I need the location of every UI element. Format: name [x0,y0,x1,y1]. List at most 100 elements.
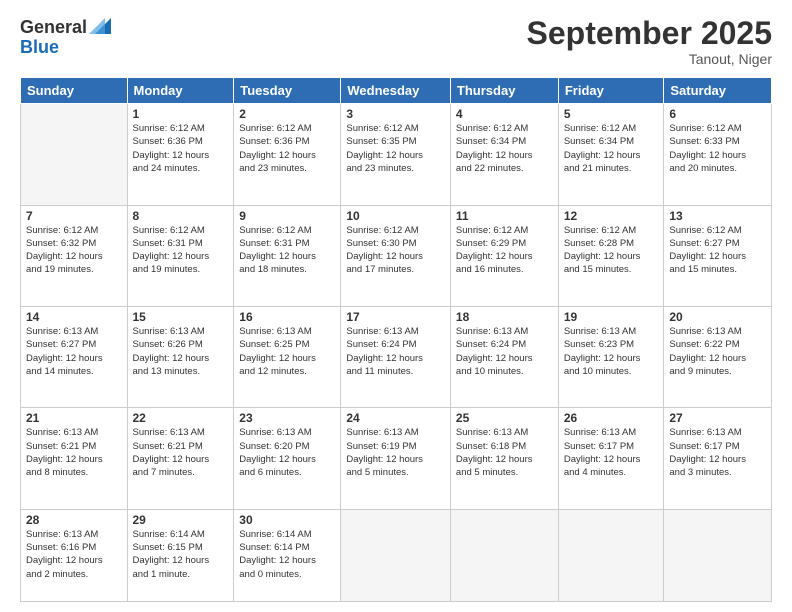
cell-date: 27 [669,411,766,425]
cell-info: Sunrise: 6:12 AM Sunset: 6:36 PM Dayligh… [239,122,335,175]
calendar-cell: 13Sunrise: 6:12 AM Sunset: 6:27 PM Dayli… [664,205,772,306]
cell-info: Sunrise: 6:13 AM Sunset: 6:26 PM Dayligh… [133,325,229,378]
calendar-cell: 29Sunrise: 6:14 AM Sunset: 6:15 PM Dayli… [127,509,234,601]
cell-date: 16 [239,310,335,324]
calendar-cell: 23Sunrise: 6:13 AM Sunset: 6:20 PM Dayli… [234,408,341,509]
cell-info: Sunrise: 6:12 AM Sunset: 6:35 PM Dayligh… [346,122,445,175]
calendar-header-row: SundayMondayTuesdayWednesdayThursdayFrid… [21,78,772,104]
cell-date: 26 [564,411,659,425]
calendar-cell: 8Sunrise: 6:12 AM Sunset: 6:31 PM Daylig… [127,205,234,306]
cell-date: 13 [669,209,766,223]
cell-info: Sunrise: 6:12 AM Sunset: 6:30 PM Dayligh… [346,224,445,277]
cell-info: Sunrise: 6:13 AM Sunset: 6:22 PM Dayligh… [669,325,766,378]
month-title: September 2025 [527,16,772,51]
day-header-sunday: Sunday [21,78,128,104]
cell-date: 30 [239,513,335,527]
calendar-cell: 14Sunrise: 6:13 AM Sunset: 6:27 PM Dayli… [21,307,128,408]
cell-info: Sunrise: 6:13 AM Sunset: 6:17 PM Dayligh… [564,426,659,479]
calendar-cell: 20Sunrise: 6:13 AM Sunset: 6:22 PM Dayli… [664,307,772,408]
cell-info: Sunrise: 6:13 AM Sunset: 6:21 PM Dayligh… [133,426,229,479]
calendar-cell: 28Sunrise: 6:13 AM Sunset: 6:16 PM Dayli… [21,509,128,601]
calendar-cell: 2Sunrise: 6:12 AM Sunset: 6:36 PM Daylig… [234,104,341,205]
calendar-cell: 6Sunrise: 6:12 AM Sunset: 6:33 PM Daylig… [664,104,772,205]
cell-date: 24 [346,411,445,425]
cell-info: Sunrise: 6:13 AM Sunset: 6:16 PM Dayligh… [26,528,122,581]
calendar-cell: 18Sunrise: 6:13 AM Sunset: 6:24 PM Dayli… [450,307,558,408]
cell-info: Sunrise: 6:13 AM Sunset: 6:25 PM Dayligh… [239,325,335,378]
calendar-body: 1Sunrise: 6:12 AM Sunset: 6:36 PM Daylig… [21,104,772,602]
cell-info: Sunrise: 6:14 AM Sunset: 6:14 PM Dayligh… [239,528,335,581]
cell-date: 20 [669,310,766,324]
cell-info: Sunrise: 6:13 AM Sunset: 6:21 PM Dayligh… [26,426,122,479]
cell-info: Sunrise: 6:13 AM Sunset: 6:17 PM Dayligh… [669,426,766,479]
cell-date: 23 [239,411,335,425]
calendar-cell: 11Sunrise: 6:12 AM Sunset: 6:29 PM Dayli… [450,205,558,306]
calendar-cell: 12Sunrise: 6:12 AM Sunset: 6:28 PM Dayli… [558,205,664,306]
calendar: SundayMondayTuesdayWednesdayThursdayFrid… [20,77,772,602]
title-section: September 2025 Tanout, Niger [527,16,772,67]
week-row-4: 21Sunrise: 6:13 AM Sunset: 6:21 PM Dayli… [21,408,772,509]
cell-date: 11 [456,209,553,223]
cell-date: 25 [456,411,553,425]
calendar-cell [664,509,772,601]
cell-date: 22 [133,411,229,425]
calendar-cell: 15Sunrise: 6:13 AM Sunset: 6:26 PM Dayli… [127,307,234,408]
cell-info: Sunrise: 6:13 AM Sunset: 6:23 PM Dayligh… [564,325,659,378]
calendar-cell: 7Sunrise: 6:12 AM Sunset: 6:32 PM Daylig… [21,205,128,306]
day-header-saturday: Saturday [664,78,772,104]
cell-info: Sunrise: 6:12 AM Sunset: 6:36 PM Dayligh… [133,122,229,175]
cell-date: 12 [564,209,659,223]
cell-info: Sunrise: 6:12 AM Sunset: 6:32 PM Dayligh… [26,224,122,277]
cell-date: 5 [564,107,659,121]
calendar-cell: 17Sunrise: 6:13 AM Sunset: 6:24 PM Dayli… [341,307,451,408]
calendar-cell [450,509,558,601]
calendar-table: SundayMondayTuesdayWednesdayThursdayFrid… [20,77,772,602]
calendar-cell: 4Sunrise: 6:12 AM Sunset: 6:34 PM Daylig… [450,104,558,205]
calendar-cell: 25Sunrise: 6:13 AM Sunset: 6:18 PM Dayli… [450,408,558,509]
cell-date: 1 [133,107,229,121]
calendar-cell [341,509,451,601]
week-row-2: 7Sunrise: 6:12 AM Sunset: 6:32 PM Daylig… [21,205,772,306]
cell-date: 29 [133,513,229,527]
calendar-cell: 1Sunrise: 6:12 AM Sunset: 6:36 PM Daylig… [127,104,234,205]
day-header-thursday: Thursday [450,78,558,104]
cell-info: Sunrise: 6:12 AM Sunset: 6:34 PM Dayligh… [564,122,659,175]
cell-info: Sunrise: 6:12 AM Sunset: 6:31 PM Dayligh… [239,224,335,277]
day-header-tuesday: Tuesday [234,78,341,104]
cell-date: 4 [456,107,553,121]
cell-date: 2 [239,107,335,121]
cell-date: 14 [26,310,122,324]
calendar-cell: 21Sunrise: 6:13 AM Sunset: 6:21 PM Dayli… [21,408,128,509]
cell-info: Sunrise: 6:12 AM Sunset: 6:29 PM Dayligh… [456,224,553,277]
calendar-cell: 24Sunrise: 6:13 AM Sunset: 6:19 PM Dayli… [341,408,451,509]
cell-date: 21 [26,411,122,425]
cell-date: 15 [133,310,229,324]
cell-info: Sunrise: 6:12 AM Sunset: 6:31 PM Dayligh… [133,224,229,277]
calendar-cell [21,104,128,205]
calendar-cell: 10Sunrise: 6:12 AM Sunset: 6:30 PM Dayli… [341,205,451,306]
cell-info: Sunrise: 6:13 AM Sunset: 6:20 PM Dayligh… [239,426,335,479]
calendar-cell: 5Sunrise: 6:12 AM Sunset: 6:34 PM Daylig… [558,104,664,205]
logo-icon [89,16,111,38]
day-header-friday: Friday [558,78,664,104]
cell-info: Sunrise: 6:13 AM Sunset: 6:24 PM Dayligh… [346,325,445,378]
calendar-cell: 9Sunrise: 6:12 AM Sunset: 6:31 PM Daylig… [234,205,341,306]
week-row-3: 14Sunrise: 6:13 AM Sunset: 6:27 PM Dayli… [21,307,772,408]
cell-date: 7 [26,209,122,223]
cell-date: 6 [669,107,766,121]
cell-info: Sunrise: 6:13 AM Sunset: 6:18 PM Dayligh… [456,426,553,479]
cell-info: Sunrise: 6:12 AM Sunset: 6:28 PM Dayligh… [564,224,659,277]
location: Tanout, Niger [527,51,772,67]
cell-info: Sunrise: 6:12 AM Sunset: 6:27 PM Dayligh… [669,224,766,277]
page: General Blue September 2025 Tanout, Nige… [0,0,792,612]
cell-date: 18 [456,310,553,324]
day-header-monday: Monday [127,78,234,104]
cell-date: 9 [239,209,335,223]
logo-blue-text: Blue [20,38,111,56]
cell-date: 3 [346,107,445,121]
cell-date: 10 [346,209,445,223]
calendar-cell: 16Sunrise: 6:13 AM Sunset: 6:25 PM Dayli… [234,307,341,408]
calendar-cell: 27Sunrise: 6:13 AM Sunset: 6:17 PM Dayli… [664,408,772,509]
week-row-1: 1Sunrise: 6:12 AM Sunset: 6:36 PM Daylig… [21,104,772,205]
logo: General Blue [20,16,111,56]
